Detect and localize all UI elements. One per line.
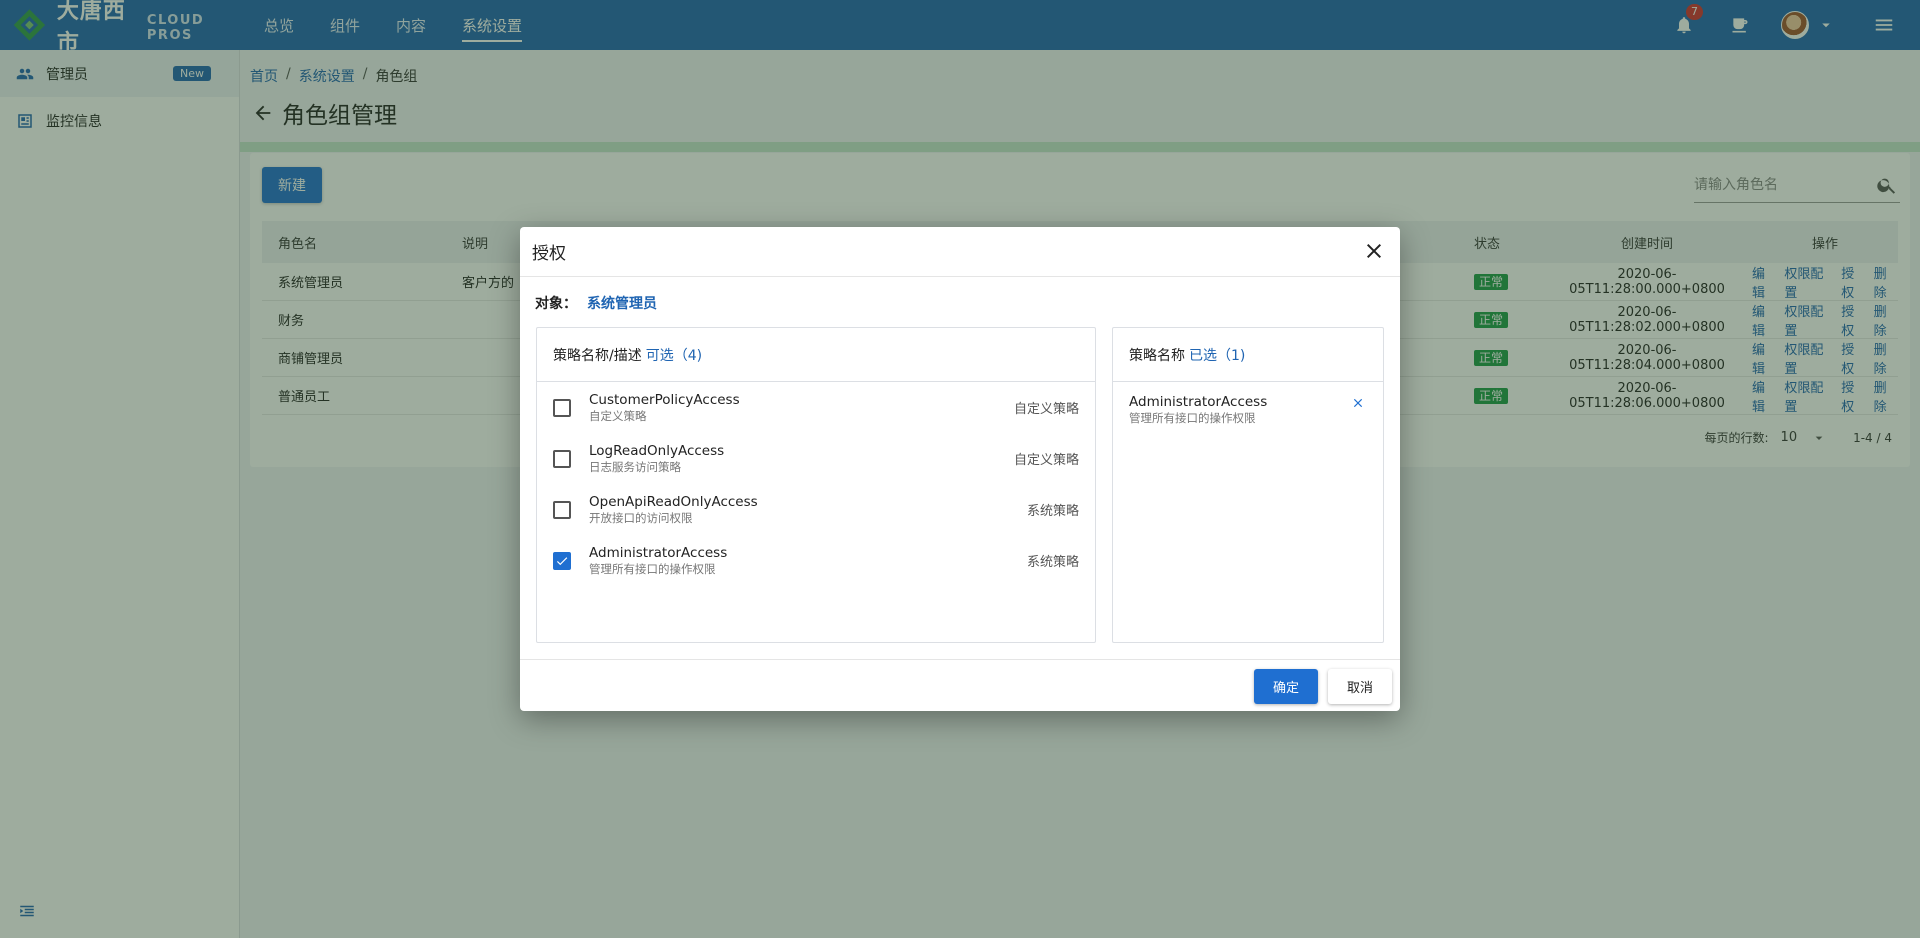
available-count: 可选（4)	[645, 347, 703, 364]
policy-desc: 日志服务访问策略	[589, 459, 681, 474]
dialog-footer: 确定 取消	[520, 659, 1400, 711]
available-policies-panel: 策略名称/描述 可选（4) CustomerPolicyAccess 自定义策略…	[536, 327, 1096, 643]
policy-type: 系统策略	[1026, 555, 1079, 570]
policy-checkbox[interactable]	[553, 398, 571, 417]
policy-name: LogReadOnlyAccess	[589, 442, 725, 459]
selected-policy: AdministratorAccess 管理所有接口的操作权限	[1113, 382, 1383, 438]
subject-value: 系统管理员	[587, 296, 657, 312]
close-icon[interactable]	[1362, 239, 1386, 263]
selected-count: 已选（1)	[1189, 347, 1246, 364]
policy-desc: 开放接口的访问权限	[589, 510, 693, 525]
remove-icon[interactable]	[1351, 396, 1365, 410]
policy-checkbox[interactable]	[553, 500, 571, 519]
grant-subject: 对象： 系统管理员	[535, 293, 657, 313]
dialog-title: 授权	[532, 244, 566, 264]
policy-desc: 自定义策略	[589, 408, 647, 423]
selected-policy-desc: 管理所有接口的操作权限	[1129, 411, 1256, 425]
policy-checkbox[interactable]	[553, 449, 571, 468]
check-icon	[556, 556, 568, 565]
selected-policies-header: 策略名称 已选（1)	[1113, 328, 1383, 382]
policy-type: 系统策略	[1026, 504, 1079, 519]
policy-row[interactable]: OpenApiReadOnlyAccess 开放接口的访问权限 系统策略	[537, 484, 1095, 535]
selected-head-label: 策略名称	[1129, 347, 1185, 364]
policy-row[interactable]: AdministratorAccess 管理所有接口的操作权限 系统策略	[537, 535, 1095, 586]
policy-checkbox-checked[interactable]	[553, 551, 571, 570]
policy-desc: 管理所有接口的操作权限	[589, 561, 716, 576]
policy-type: 自定义策略	[1013, 453, 1079, 468]
policy-row[interactable]: LogReadOnlyAccess 日志服务访问策略 自定义策略	[537, 433, 1095, 484]
selected-policy-name: AdministratorAccess	[1129, 394, 1268, 410]
policy-name: OpenApiReadOnlyAccess	[589, 493, 758, 510]
available-head-label: 策略名称/描述	[553, 347, 642, 364]
selected-policies-panel: 策略名称 已选（1) AdministratorAccess 管理所有接口的操作…	[1112, 327, 1384, 643]
subject-label: 对象：	[535, 296, 577, 312]
policy-name: AdministratorAccess	[589, 544, 728, 561]
cancel-button[interactable]: 取消	[1328, 669, 1392, 704]
policy-type: 自定义策略	[1013, 402, 1079, 417]
available-policies-header: 策略名称/描述 可选（4)	[537, 328, 1095, 382]
confirm-button[interactable]: 确定	[1254, 669, 1318, 704]
grant-dialog: 授权 对象： 系统管理员 策略名称/描述 可选（4) CustomerPolicy…	[520, 227, 1400, 711]
policy-row[interactable]: CustomerPolicyAccess 自定义策略 自定义策略	[537, 382, 1095, 433]
policy-name: CustomerPolicyAccess	[589, 391, 740, 408]
dialog-header: 授权	[520, 227, 1400, 277]
